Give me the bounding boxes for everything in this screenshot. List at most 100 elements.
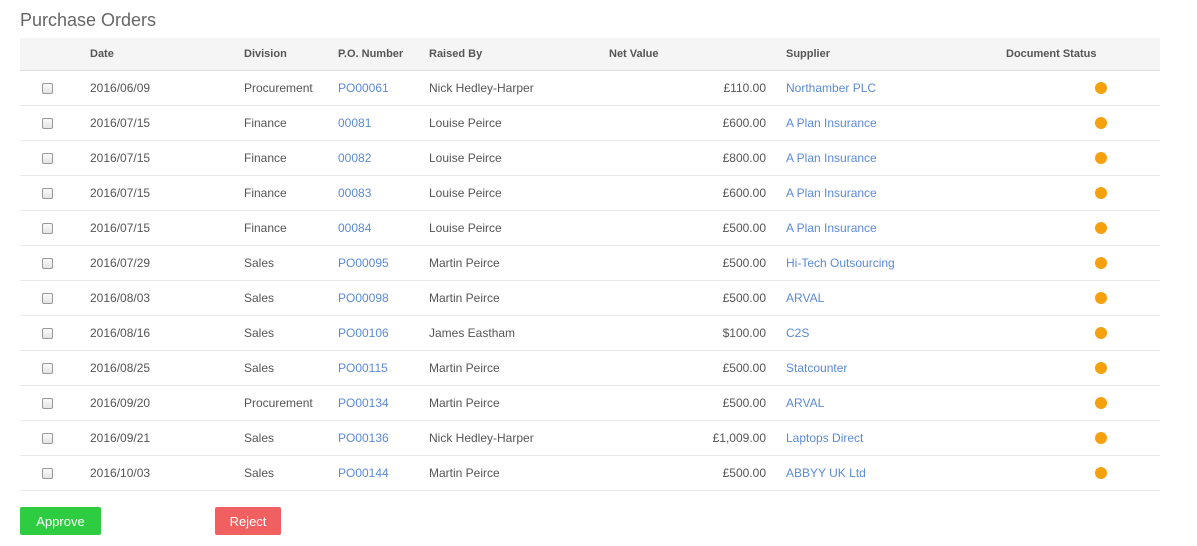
- supplier-link[interactable]: A Plan Insurance: [786, 116, 877, 130]
- cell-division: Procurement: [244, 70, 338, 106]
- status-dot-icon: [1095, 152, 1107, 165]
- cell-document-status: [1006, 420, 1160, 456]
- row-checkbox[interactable]: [42, 432, 53, 444]
- supplier-link[interactable]: ABBYY UK Ltd: [786, 466, 866, 480]
- table-row[interactable]: 2016/08/16 Sales PO00106 James Eastham $…: [20, 315, 1160, 351]
- cell-po-number: PO00134: [338, 385, 429, 421]
- cell-net-value: £800.00: [609, 140, 786, 176]
- supplier-link[interactable]: Statcounter: [786, 361, 847, 375]
- table-row[interactable]: 2016/09/20 Procurement PO00134 Martin Pe…: [20, 385, 1160, 421]
- table-body: 2016/06/09 Procurement PO00061 Nick Hedl…: [20, 70, 1160, 491]
- table-row[interactable]: 2016/07/29 Sales PO00095 Martin Peirce £…: [20, 245, 1160, 281]
- cell-net-value: £1,009.00: [609, 420, 786, 456]
- table-row[interactable]: 2016/08/25 Sales PO00115 Martin Peirce £…: [20, 350, 1160, 386]
- table-row[interactable]: 2016/10/03 Sales PO00144 Martin Peirce £…: [20, 455, 1160, 491]
- cell-document-status: [1006, 140, 1160, 176]
- po-number-link[interactable]: PO00095: [338, 256, 389, 270]
- po-number-link[interactable]: PO00061: [338, 81, 389, 95]
- po-number-link[interactable]: PO00136: [338, 431, 389, 445]
- header-document-status[interactable]: Document Status: [1006, 38, 1160, 71]
- supplier-link[interactable]: A Plan Insurance: [786, 186, 877, 200]
- cell-date: 2016/08/16: [90, 315, 244, 351]
- row-checkbox[interactable]: [42, 467, 53, 479]
- po-number-link[interactable]: PO00115: [338, 361, 388, 375]
- status-dot-icon: [1095, 292, 1107, 305]
- cell-date: 2016/07/15: [90, 105, 244, 141]
- header-date[interactable]: Date: [90, 38, 244, 71]
- cell-raised-by: Louise Peirce: [429, 140, 609, 176]
- table-row[interactable]: 2016/07/15 Finance 00081 Louise Peirce £…: [20, 105, 1160, 141]
- status-dot-icon: [1095, 327, 1107, 340]
- header-net-value[interactable]: Net Value: [609, 38, 786, 71]
- po-number-link[interactable]: 00081: [338, 116, 371, 130]
- cell-supplier: ARVAL: [786, 385, 1006, 421]
- table-row[interactable]: 2016/07/15 Finance 00083 Louise Peirce £…: [20, 175, 1160, 211]
- header-supplier[interactable]: Supplier: [786, 38, 1006, 71]
- supplier-link[interactable]: C2S: [786, 326, 809, 340]
- row-checkbox[interactable]: [42, 397, 53, 409]
- supplier-link[interactable]: ARVAL: [786, 396, 824, 410]
- supplier-link[interactable]: A Plan Insurance: [786, 151, 877, 165]
- row-checkbox[interactable]: [42, 117, 53, 129]
- cell-date: 2016/06/09: [90, 70, 244, 106]
- row-select-cell: [20, 245, 90, 281]
- cell-raised-by: Martin Peirce: [429, 280, 609, 316]
- supplier-link[interactable]: A Plan Insurance: [786, 221, 877, 235]
- row-select-cell: [20, 420, 90, 456]
- cell-net-value: $100.00: [609, 315, 786, 351]
- table-row[interactable]: 2016/06/09 Procurement PO00061 Nick Hedl…: [20, 70, 1160, 106]
- header-raised-by[interactable]: Raised By: [429, 38, 609, 71]
- table-row[interactable]: 2016/07/15 Finance 00082 Louise Peirce £…: [20, 140, 1160, 176]
- cell-division: Finance: [244, 175, 338, 211]
- cell-net-value: £500.00: [609, 350, 786, 386]
- row-select-cell: [20, 315, 90, 351]
- table-row[interactable]: 2016/09/21 Sales PO00136 Nick Hedley-Har…: [20, 420, 1160, 456]
- supplier-link[interactable]: Laptops Direct: [786, 431, 863, 445]
- row-checkbox[interactable]: [42, 187, 53, 199]
- row-select-cell: [20, 280, 90, 316]
- cell-date: 2016/08/25: [90, 350, 244, 386]
- cell-net-value: £500.00: [609, 210, 786, 246]
- supplier-link[interactable]: ARVAL: [786, 291, 824, 305]
- row-checkbox[interactable]: [42, 152, 53, 164]
- po-number-link[interactable]: PO00098: [338, 291, 389, 305]
- cell-raised-by: James Eastham: [429, 315, 609, 351]
- po-number-link[interactable]: 00084: [338, 221, 371, 235]
- status-dot-icon: [1095, 362, 1107, 375]
- header-po-number[interactable]: P.O. Number: [338, 38, 429, 71]
- cell-po-number: 00081: [338, 105, 429, 141]
- po-number-link[interactable]: 00082: [338, 151, 371, 165]
- po-number-link[interactable]: PO00134: [338, 396, 389, 410]
- status-dot-icon: [1095, 82, 1107, 95]
- po-number-link[interactable]: PO00106: [338, 326, 389, 340]
- cell-division: Procurement: [244, 385, 338, 421]
- cell-date: 2016/08/03: [90, 280, 244, 316]
- supplier-link[interactable]: Hi-Tech Outsourcing: [786, 256, 895, 270]
- row-checkbox[interactable]: [42, 257, 53, 269]
- table-row[interactable]: 2016/07/15 Finance 00084 Louise Peirce £…: [20, 210, 1160, 246]
- cell-raised-by: Nick Hedley-Harper: [429, 420, 609, 456]
- header-division[interactable]: Division: [244, 38, 338, 71]
- purchase-orders-table: Date Division P.O. Number Raised By Net …: [20, 38, 1160, 491]
- approve-button[interactable]: Approve: [20, 507, 101, 535]
- row-checkbox[interactable]: [42, 222, 53, 234]
- row-select-cell: [20, 455, 90, 491]
- row-checkbox[interactable]: [42, 82, 53, 94]
- purchase-orders-page: Purchase Orders Date Division P.O. Numbe…: [0, 0, 1197, 546]
- po-number-link[interactable]: PO00144: [338, 466, 389, 480]
- table-row[interactable]: 2016/08/03 Sales PO00098 Martin Peirce £…: [20, 280, 1160, 316]
- row-checkbox[interactable]: [42, 327, 53, 339]
- cell-net-value: £500.00: [609, 280, 786, 316]
- cell-division: Sales: [244, 350, 338, 386]
- cell-supplier: A Plan Insurance: [786, 210, 1006, 246]
- row-select-cell: [20, 140, 90, 176]
- supplier-link[interactable]: Northamber PLC: [786, 81, 876, 95]
- reject-button[interactable]: Reject: [215, 507, 281, 535]
- cell-supplier: ABBYY UK Ltd: [786, 455, 1006, 491]
- row-checkbox[interactable]: [42, 292, 53, 304]
- cell-raised-by: Louise Peirce: [429, 210, 609, 246]
- table-header-row: Date Division P.O. Number Raised By Net …: [20, 38, 1160, 71]
- po-number-link[interactable]: 00083: [338, 186, 371, 200]
- status-dot-icon: [1095, 467, 1107, 480]
- row-checkbox[interactable]: [42, 362, 53, 374]
